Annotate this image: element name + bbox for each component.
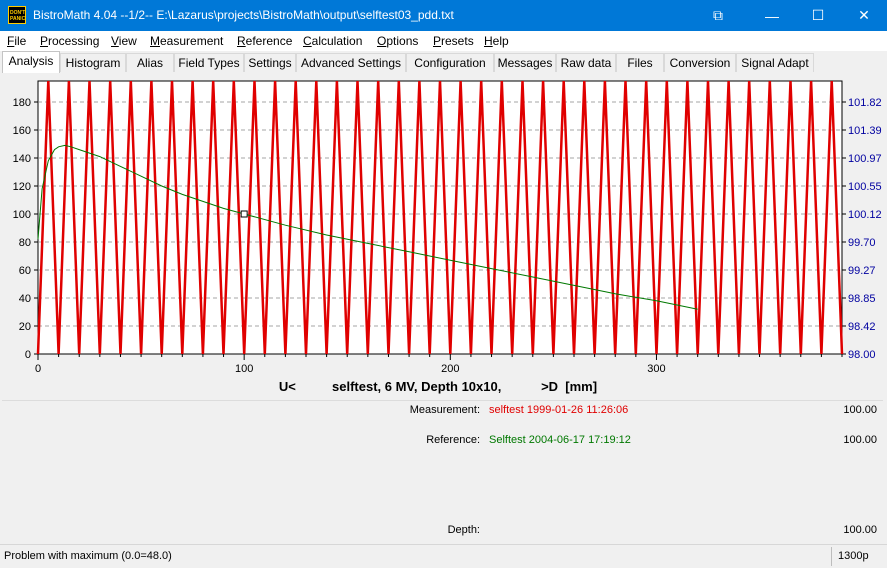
marker-square	[240, 210, 248, 218]
profile-chart[interactable]: 0 20 40 60 80 100 120 140 160 180 98.00 98.42 98.85…	[0, 73, 887, 398]
y-tick-label: 40	[19, 293, 31, 305]
y2-tick-label: 98.85	[848, 293, 876, 305]
tab-histogram[interactable]: Histogram	[60, 53, 126, 72]
window-title: BistroMath 4.04 --1/2-- E:\Lazarus\proje…	[33, 8, 454, 22]
reference-label: Reference:	[426, 434, 480, 446]
y-tick-label: 20	[19, 321, 31, 333]
tab-files[interactable]: Files	[616, 53, 664, 72]
tab-configuration[interactable]: Configuration	[406, 53, 494, 72]
y-tick-label: 100	[13, 209, 31, 221]
depth-label: Depth:	[447, 524, 480, 536]
menu-reference[interactable]: Reference	[237, 34, 292, 48]
x-tick-label: 0	[35, 363, 41, 375]
menu-file[interactable]: File	[7, 34, 26, 48]
y2-tick-label: 99.70	[848, 237, 876, 249]
tab-field-types[interactable]: Field Types	[174, 53, 244, 72]
reference-number: 100.00	[843, 434, 877, 446]
plot-background	[37, 80, 843, 355]
y2-tick-label: 100.97	[848, 153, 882, 165]
x-tick-label: 200	[441, 363, 459, 375]
x-tick-label: 300	[647, 363, 665, 375]
tab-settings[interactable]: Settings	[244, 53, 296, 72]
x-axis: 0 100 200 300	[35, 354, 843, 375]
y2-tick-label: 98.42	[848, 321, 876, 333]
y-tick-label: 0	[25, 349, 31, 361]
depth-number: 100.00	[843, 524, 877, 536]
tab-conversion[interactable]: Conversion	[664, 53, 736, 72]
y2-tick-label: 101.39	[848, 125, 882, 137]
right-y-axis: 98.00 98.42 98.85 99.27 99.70 100.12 100.55 100…	[842, 97, 882, 361]
y2-tick-label: 98.00	[848, 349, 876, 361]
y-tick-label: 80	[19, 237, 31, 249]
tab-advanced-settings[interactable]: Advanced Settings	[296, 53, 406, 72]
status-message: Problem with maximum (0.0=48.0)	[4, 550, 172, 562]
tab-analysis[interactable]: Analysis	[2, 51, 60, 73]
maximize-button[interactable]: ☐	[795, 0, 841, 31]
y-tick-label: 160	[13, 125, 31, 137]
tab-raw-data[interactable]: Raw data	[556, 53, 616, 72]
menu-calculation[interactable]: Calculation	[303, 34, 362, 48]
measurement-number: 100.00	[843, 404, 877, 416]
reference-value: Selftest 2004-06-17 17:19:12	[489, 434, 631, 446]
tab-signal-adapt[interactable]: Signal Adapt	[736, 53, 814, 72]
svg-text:PANIC: PANIC	[10, 16, 25, 22]
menu-help[interactable]: Help	[484, 34, 509, 48]
dont-panic-icon: DON'T PANIC	[10, 10, 26, 22]
y-tick-label: 120	[13, 181, 31, 193]
status-bar: Problem with maximum (0.0=48.0) 1300p	[0, 544, 887, 568]
status-separator	[831, 547, 832, 566]
tab-alias[interactable]: Alias	[126, 53, 174, 72]
menu-bar: File Processing View Measurement Referen…	[0, 31, 887, 51]
menu-presets[interactable]: Presets	[433, 34, 474, 48]
y-tick-label: 60	[19, 265, 31, 277]
close-button[interactable]: ✕	[841, 0, 887, 31]
y2-tick-label: 100.12	[848, 209, 882, 221]
y-tick-label: 180	[13, 97, 31, 109]
chart-area: 0 20 40 60 80 100 120 140 160 180 98.00 98.42 98.85…	[0, 73, 887, 398]
measurement-label: Measurement:	[409, 404, 480, 416]
restore-window-icon[interactable]: ⧉	[695, 0, 741, 31]
info-panel: Measurement: selftest 1999-01-26 11:26:0…	[2, 400, 883, 544]
y2-tick-label: 100.55	[848, 181, 882, 193]
left-y-axis: 0 20 40 60 80 100 120 140 160 180	[13, 97, 38, 361]
title-bar: DON'T PANIC BistroMath 4.04 --1/2-- E:\L…	[0, 0, 887, 31]
menu-measurement[interactable]: Measurement	[150, 34, 223, 48]
menu-processing[interactable]: Processing	[40, 34, 99, 48]
y2-tick-label: 99.27	[848, 265, 876, 277]
y-tick-label: 140	[13, 153, 31, 165]
menu-view[interactable]: View	[111, 34, 137, 48]
tab-messages[interactable]: Messages	[494, 53, 556, 72]
menu-options[interactable]: Options	[377, 34, 418, 48]
measurement-value: selftest 1999-01-26 11:26:06	[489, 404, 629, 416]
app-icon[interactable]: DON'T PANIC	[8, 6, 26, 24]
status-right: 1300p	[838, 550, 869, 562]
cursor-marker	[240, 210, 248, 218]
tab-strip: Analysis Histogram Alias Field Types Set…	[0, 51, 887, 74]
chart-title: U< selftest, 6 MV, Depth 10x10, >D [mm]	[279, 379, 597, 394]
x-tick-label: 100	[235, 363, 253, 375]
minimize-button[interactable]: —	[749, 0, 795, 31]
y2-tick-label: 101.82	[848, 97, 882, 109]
